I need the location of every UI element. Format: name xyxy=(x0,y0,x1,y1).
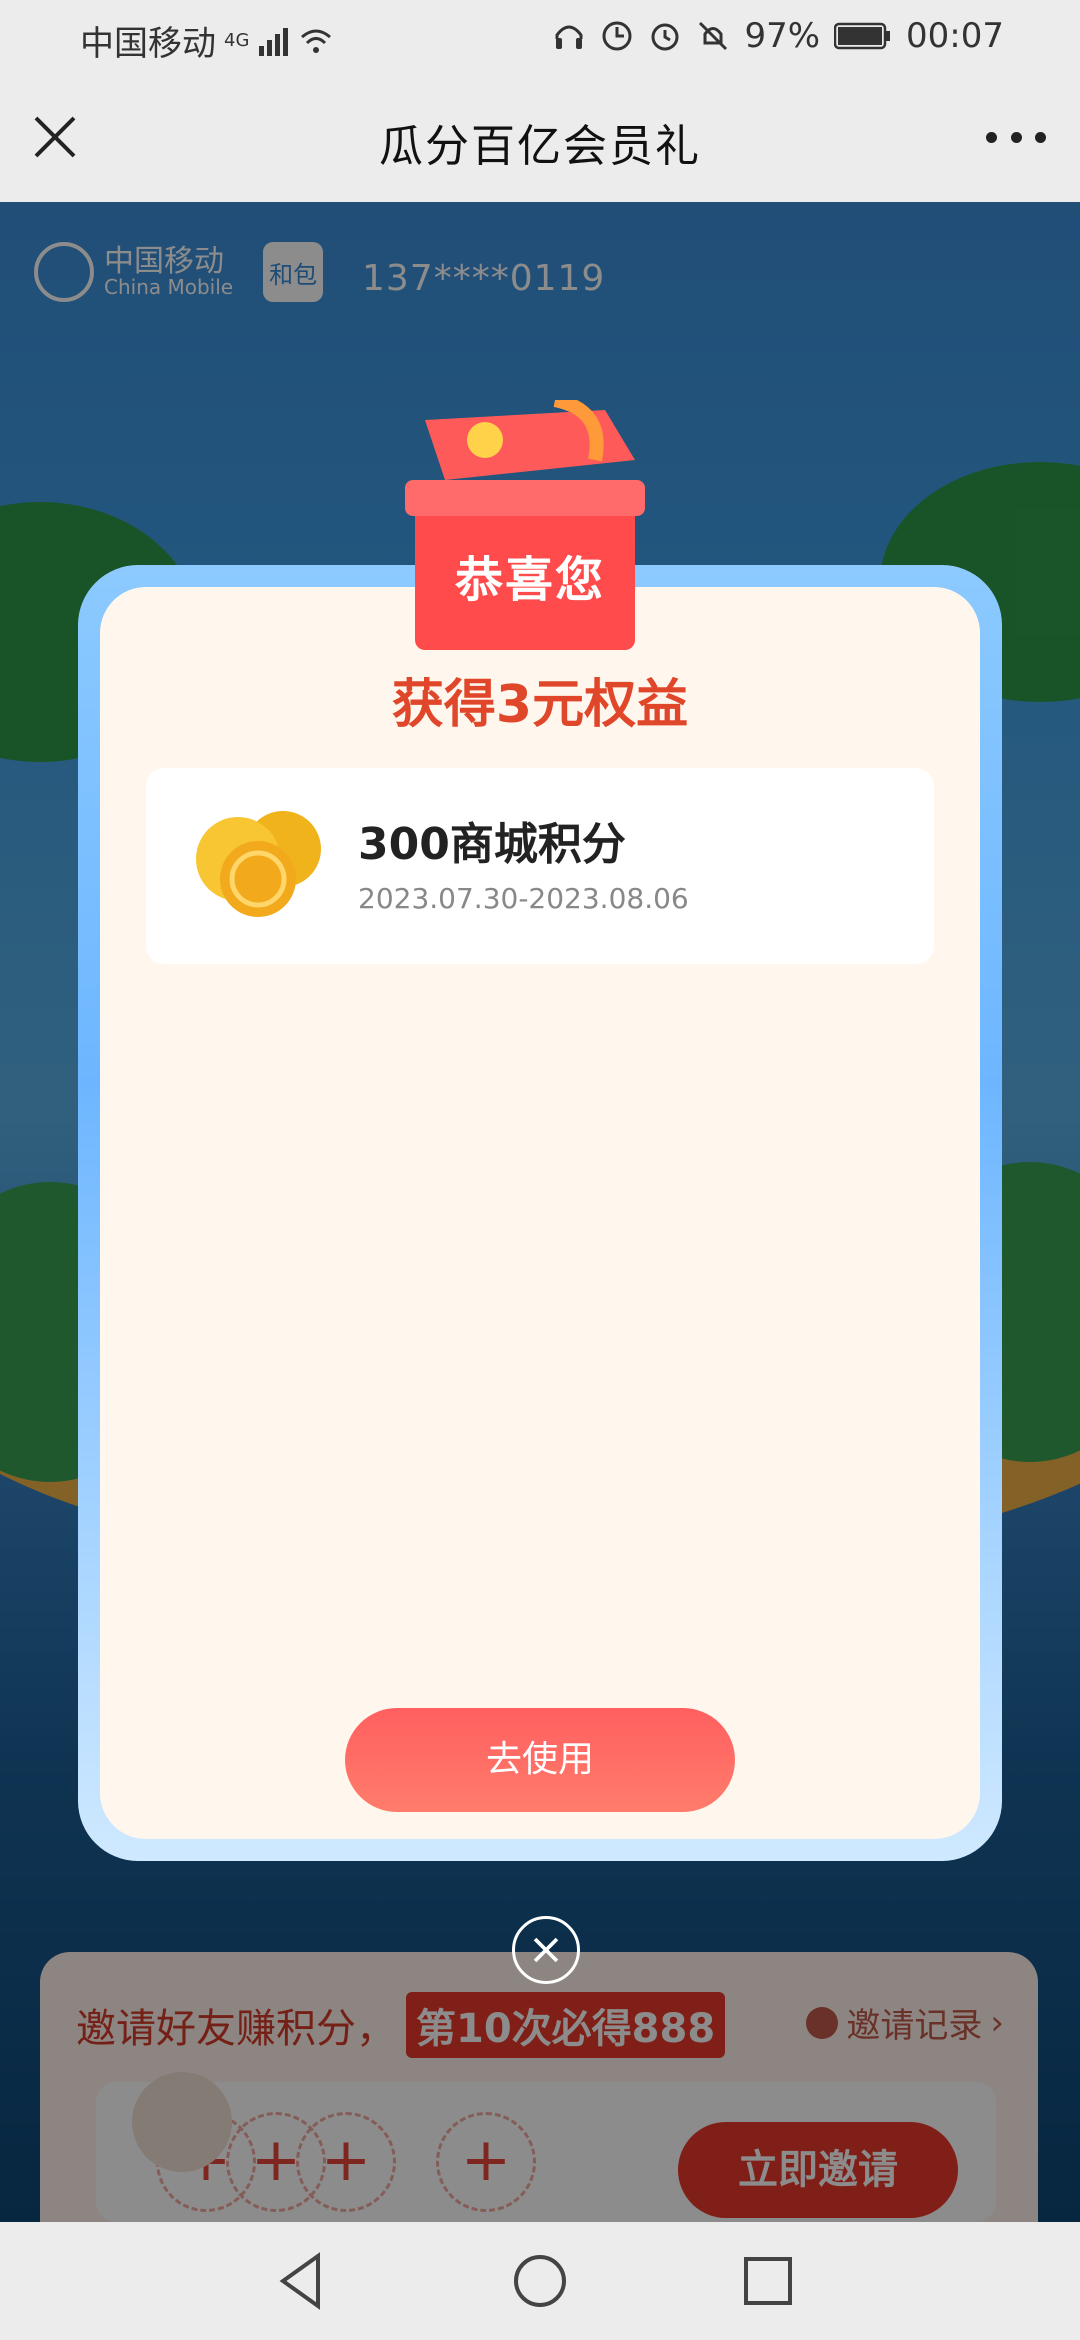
more-options-button[interactable] xyxy=(986,122,1046,152)
reward-title: 获得3元权益 xyxy=(391,675,689,735)
reward-name: 300商城积分 xyxy=(358,819,626,870)
header-bar: 瓜分百亿会员礼 xyxy=(0,72,1080,202)
battery-percent: 97% xyxy=(744,16,821,56)
more-dot-icon xyxy=(986,131,997,143)
network-type: 4G xyxy=(224,30,250,51)
clock: 00:07 xyxy=(906,16,1004,56)
home-icon[interactable] xyxy=(505,2246,575,2316)
gift-box-icon xyxy=(405,400,645,650)
system-nav-bar xyxy=(0,2222,1080,2340)
congrats-banner: 恭喜您 xyxy=(454,552,605,608)
data-saver-icon xyxy=(602,21,632,51)
alarm-icon xyxy=(651,23,679,51)
back-icon[interactable] xyxy=(268,2246,338,2316)
more-dot-icon xyxy=(1035,131,1046,143)
wifi-icon xyxy=(301,29,332,53)
status-right: 97% 00:07 xyxy=(552,16,1004,56)
modal-close-icon[interactable] xyxy=(512,1916,580,1984)
page-title: 瓜分百亿会员礼 xyxy=(379,121,701,172)
carrier-label: 中国移动 xyxy=(80,24,216,64)
more-dot-icon xyxy=(1010,131,1022,143)
reward-modal xyxy=(78,565,1002,1861)
status-bar: 中国移动 4G 97% 00:07 xyxy=(0,0,1080,72)
reward-validity: 2023.07.30-2023.08.06 xyxy=(358,882,689,915)
coins-icon xyxy=(196,811,321,917)
reward-item-card: 300商城积分 2023.07.30-2023.08.06 xyxy=(146,768,934,964)
recent-apps-icon[interactable] xyxy=(733,2246,803,2316)
status-left: 中国移动 4G xyxy=(80,16,333,65)
use-button[interactable]: 去使用 xyxy=(345,1708,735,1812)
mute-icon xyxy=(699,21,728,51)
headset-icon xyxy=(555,25,583,49)
signal-icon xyxy=(259,27,289,56)
battery-icon xyxy=(834,22,891,50)
